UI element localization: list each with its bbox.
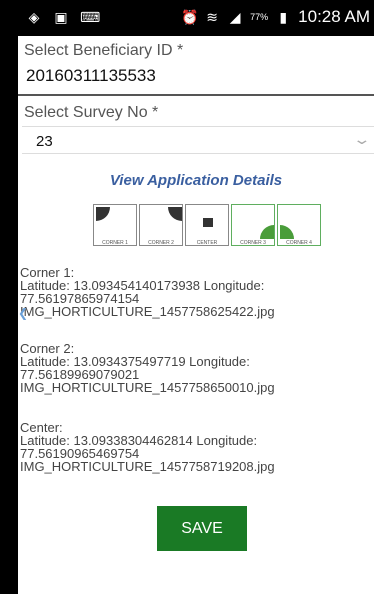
- corner-2-filename: IMG_HORTICULTURE_1457758650010.jpg: [20, 380, 275, 395]
- beneficiary-underline: [18, 94, 374, 96]
- corner-photo-row: CORNER 1 CORNER 2 CENTER CORNER 3 CORNER…: [93, 204, 321, 246]
- image-icon: ▣: [54, 9, 68, 25]
- battery-icon: ▮: [279, 9, 288, 25]
- battery-percent: 77%: [250, 12, 269, 22]
- corner-4-caption: CORNER 4: [286, 240, 312, 246]
- corner-1-caption: CORNER 1: [102, 240, 128, 246]
- corner-1-photo-button[interactable]: CORNER 1: [93, 204, 137, 246]
- beneficiary-input[interactable]: 20160311135533: [26, 66, 156, 86]
- corner-2-caption: CORNER 2: [148, 240, 174, 246]
- corner-2-info: Corner 2: Latitude: 13.0934375497719 Lon…: [20, 342, 370, 394]
- clock: 10:28 AM: [298, 7, 370, 26]
- center-filename: IMG_HORTICULTURE_1457758719208.jpg: [20, 459, 275, 474]
- corner-4-photo-button[interactable]: CORNER 4: [277, 204, 321, 246]
- survey-value: 23: [36, 133, 53, 150]
- corner-3-marker-icon: [260, 225, 274, 239]
- center-info: Center: Latitude: 13.09338304462814 Long…: [20, 421, 370, 473]
- location-icon: ◈: [28, 9, 40, 25]
- survey-label: Select Survey No *: [24, 104, 159, 121]
- corner-4-marker-icon: [280, 225, 294, 239]
- chevron-down-icon: ⌄: [352, 131, 372, 147]
- center-caption: CENTER: [196, 240, 218, 246]
- app-screen: Select Beneficiary ID * 20160311135533 S…: [18, 36, 374, 594]
- survey-dropdown[interactable]: 23 ⌄: [22, 126, 374, 154]
- status-bar: ◈ ▣ ⌨ ⏰ ≋ ◢ 77% ▮ 10:28 AM: [14, 0, 374, 36]
- save-button[interactable]: SAVE: [157, 506, 247, 551]
- chevron-left-icon[interactable]: ❮: [18, 306, 28, 320]
- corner-1-filename: IMG_HORTICULTURE_1457758625422.jpg: [20, 304, 275, 319]
- center-marker-icon: [203, 218, 213, 227]
- wifi-icon: ≋: [206, 9, 219, 25]
- corner-2-marker-icon: [168, 207, 182, 221]
- alarm-icon: ⏰: [181, 9, 199, 25]
- beneficiary-label: Select Beneficiary ID *: [24, 42, 184, 59]
- view-application-details-link[interactable]: View Application Details: [18, 172, 374, 189]
- keyboard-icon: ⌨: [80, 9, 101, 25]
- corner-3-photo-button[interactable]: CORNER 3: [231, 204, 275, 246]
- signal-icon: ◢: [229, 9, 241, 25]
- center-photo-button[interactable]: CENTER: [185, 204, 229, 246]
- corner-1-marker-icon: [96, 207, 110, 221]
- corner-1-info: Corner 1: Latitude: 13.093454140173938 L…: [20, 266, 370, 318]
- corner-3-caption: CORNER 3: [240, 240, 266, 246]
- corner-2-photo-button[interactable]: CORNER 2: [139, 204, 183, 246]
